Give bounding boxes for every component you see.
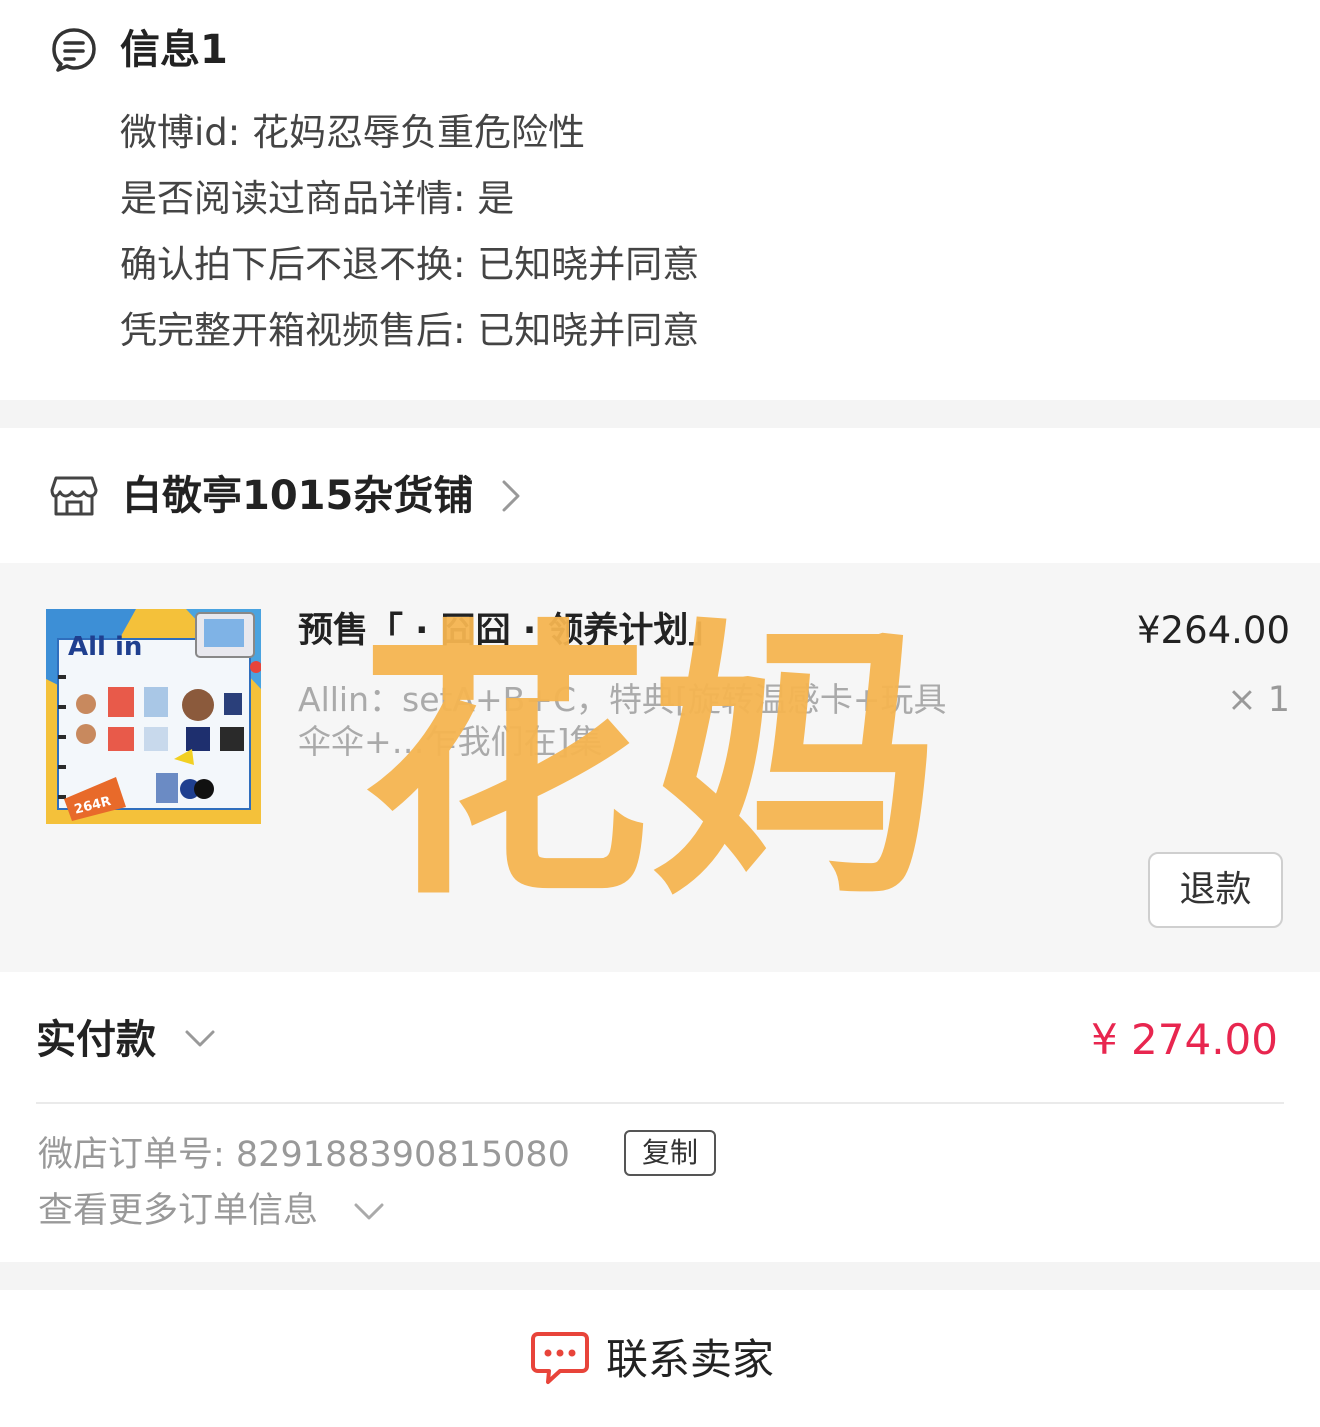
shop-name[interactable]: 白敬亭1015杂货铺 [122,468,473,524]
store-icon [50,476,98,516]
product-thumbnail[interactable]: All in 264R [46,609,261,824]
info-line-read-details: 是否阅读过商品详情: 是 [120,177,515,220]
info-line-weibo-id: 微博id: 花妈忍辱负重危险性 [120,111,585,154]
info-title: 信息1 [120,27,228,73]
chevron-right-icon[interactable] [498,478,524,514]
order-number: 微店订单号: 829188390815080 [38,1135,570,1175]
contact-seller-bar[interactable]: 联系卖家 [0,1290,1320,1427]
product-item[interactable]: All in 264R 预售「 · 囧囧 · 领养计划」 Allin：setA+… [0,563,1320,972]
message-note-icon [52,28,96,72]
chat-bubble-icon [531,1332,589,1384]
divider [36,1102,1284,1104]
shop-card: 白敬亭1015杂货铺 All in 264R 预售「 · 囧囧 · 领养计划」 … [0,428,1320,972]
info-lines: 微博id: 花妈忍辱负重危险性 是否阅读过商品详情: 是 确认拍下后不退不换: … [120,100,699,364]
shop-header[interactable]: 白敬亭1015杂货铺 [0,428,1320,563]
info-card: 信息1 微博id: 花妈忍辱负重危险性 是否阅读过商品详情: 是 确认拍下后不退… [0,0,1320,400]
product-description: Allin：setA+B+C，特典[旋转温感卡+玩具伞伞+…乍我们在]集 [298,680,947,761]
more-order-info-link[interactable]: 查看更多订单信息 [38,1186,318,1236]
refund-button[interactable]: 退款 [1148,852,1283,928]
product-title[interactable]: 预售「 · 囧囧 · 领养计划」 [298,607,723,655]
copy-order-number-button[interactable]: 复制 [624,1130,716,1176]
info-line-no-return: 确认拍下后不退不换: 已知晓并同意 [120,243,700,286]
product-price: ¥264.00 [1136,609,1290,652]
thumb-title: All in [68,632,142,662]
product-quantity: × 1 [1227,680,1290,720]
info-line-unboxing-video: 凭完整开箱视频售后: 已知晓并同意 [120,309,700,352]
paid-amount-value: ¥ 274.00 [1090,1015,1278,1064]
paid-amount-label[interactable]: 实付款 [36,1012,156,1068]
chevron-down-icon[interactable] [352,1200,386,1224]
payment-card: 实付款 ¥ 274.00 微店订单号: 829188390815080 复制 查… [0,972,1320,1262]
chevron-down-icon[interactable] [183,1026,217,1052]
contact-seller-label[interactable]: 联系卖家 [606,1330,774,1390]
